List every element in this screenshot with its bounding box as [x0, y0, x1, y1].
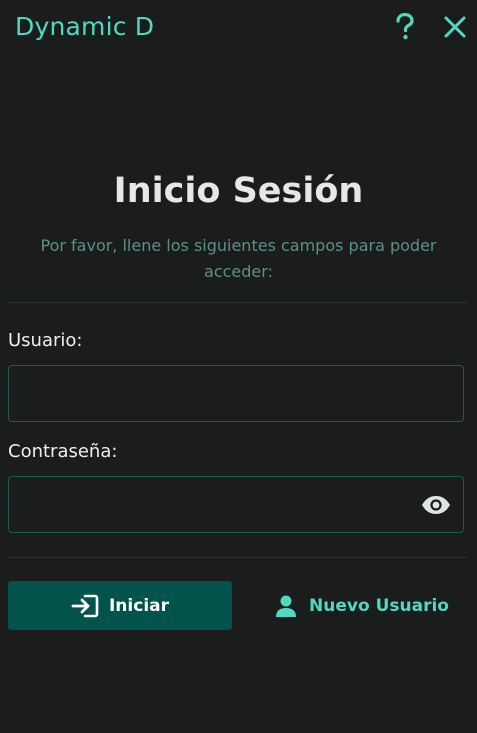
title-bar: Dynamic D	[0, 0, 477, 56]
eye-icon	[422, 496, 450, 514]
new-user-button-label: Nuevo Usuario	[309, 595, 449, 616]
password-field-box	[8, 476, 464, 534]
show-password-button[interactable]	[421, 492, 451, 518]
app-title: Dynamic D	[15, 12, 155, 41]
divider	[8, 302, 467, 303]
username-field-box	[8, 365, 464, 423]
user-icon	[276, 595, 297, 617]
login-button-label: Iniciar	[108, 595, 169, 616]
close-button[interactable]	[440, 10, 470, 44]
help-button[interactable]	[390, 10, 420, 44]
new-user-button[interactable]: Nuevo Usuario	[262, 581, 462, 630]
username-label: Usuario:	[8, 330, 83, 351]
password-label: Contraseña:	[8, 441, 118, 462]
page-subtitle: Por favor, llene los siguientes campos p…	[40, 236, 437, 281]
close-icon	[444, 16, 466, 38]
page-title: Inicio Sesión	[113, 171, 364, 211]
question-mark-icon	[396, 13, 414, 40]
login-button[interactable]: Iniciar	[8, 581, 232, 630]
divider	[8, 557, 467, 558]
username-input[interactable]	[21, 366, 425, 423]
login-arrow-icon	[71, 594, 99, 617]
password-input[interactable]	[21, 477, 425, 534]
